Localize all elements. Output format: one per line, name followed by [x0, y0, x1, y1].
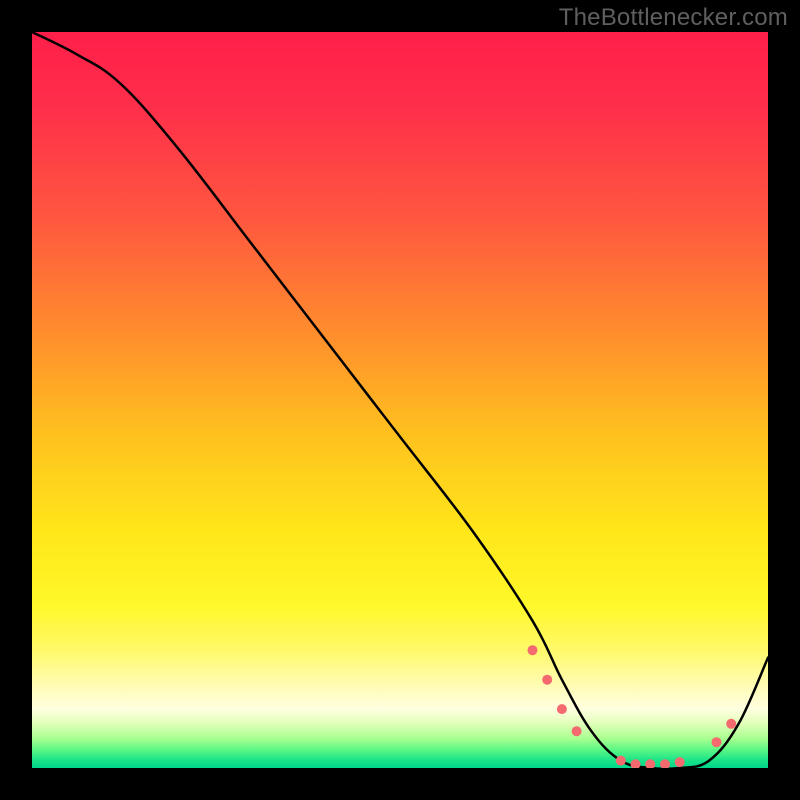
curve-markers	[528, 645, 737, 768]
curve-marker	[572, 726, 582, 736]
curve-marker	[542, 675, 552, 685]
curve-marker	[528, 645, 538, 655]
curve-marker	[712, 737, 722, 747]
curve-marker	[675, 757, 685, 767]
watermark-text: TheBottlenecker.com	[559, 4, 788, 32]
curve-marker	[660, 759, 670, 768]
plot-area	[32, 32, 768, 768]
curve-marker	[631, 759, 641, 768]
curve-marker	[726, 719, 736, 729]
bottleneck-curve	[32, 32, 768, 768]
curve-svg	[32, 32, 768, 768]
curve-marker	[645, 759, 655, 768]
curve-marker	[557, 704, 567, 714]
chart-frame: TheBottlenecker.com	[0, 0, 800, 800]
curve-marker	[616, 756, 626, 766]
